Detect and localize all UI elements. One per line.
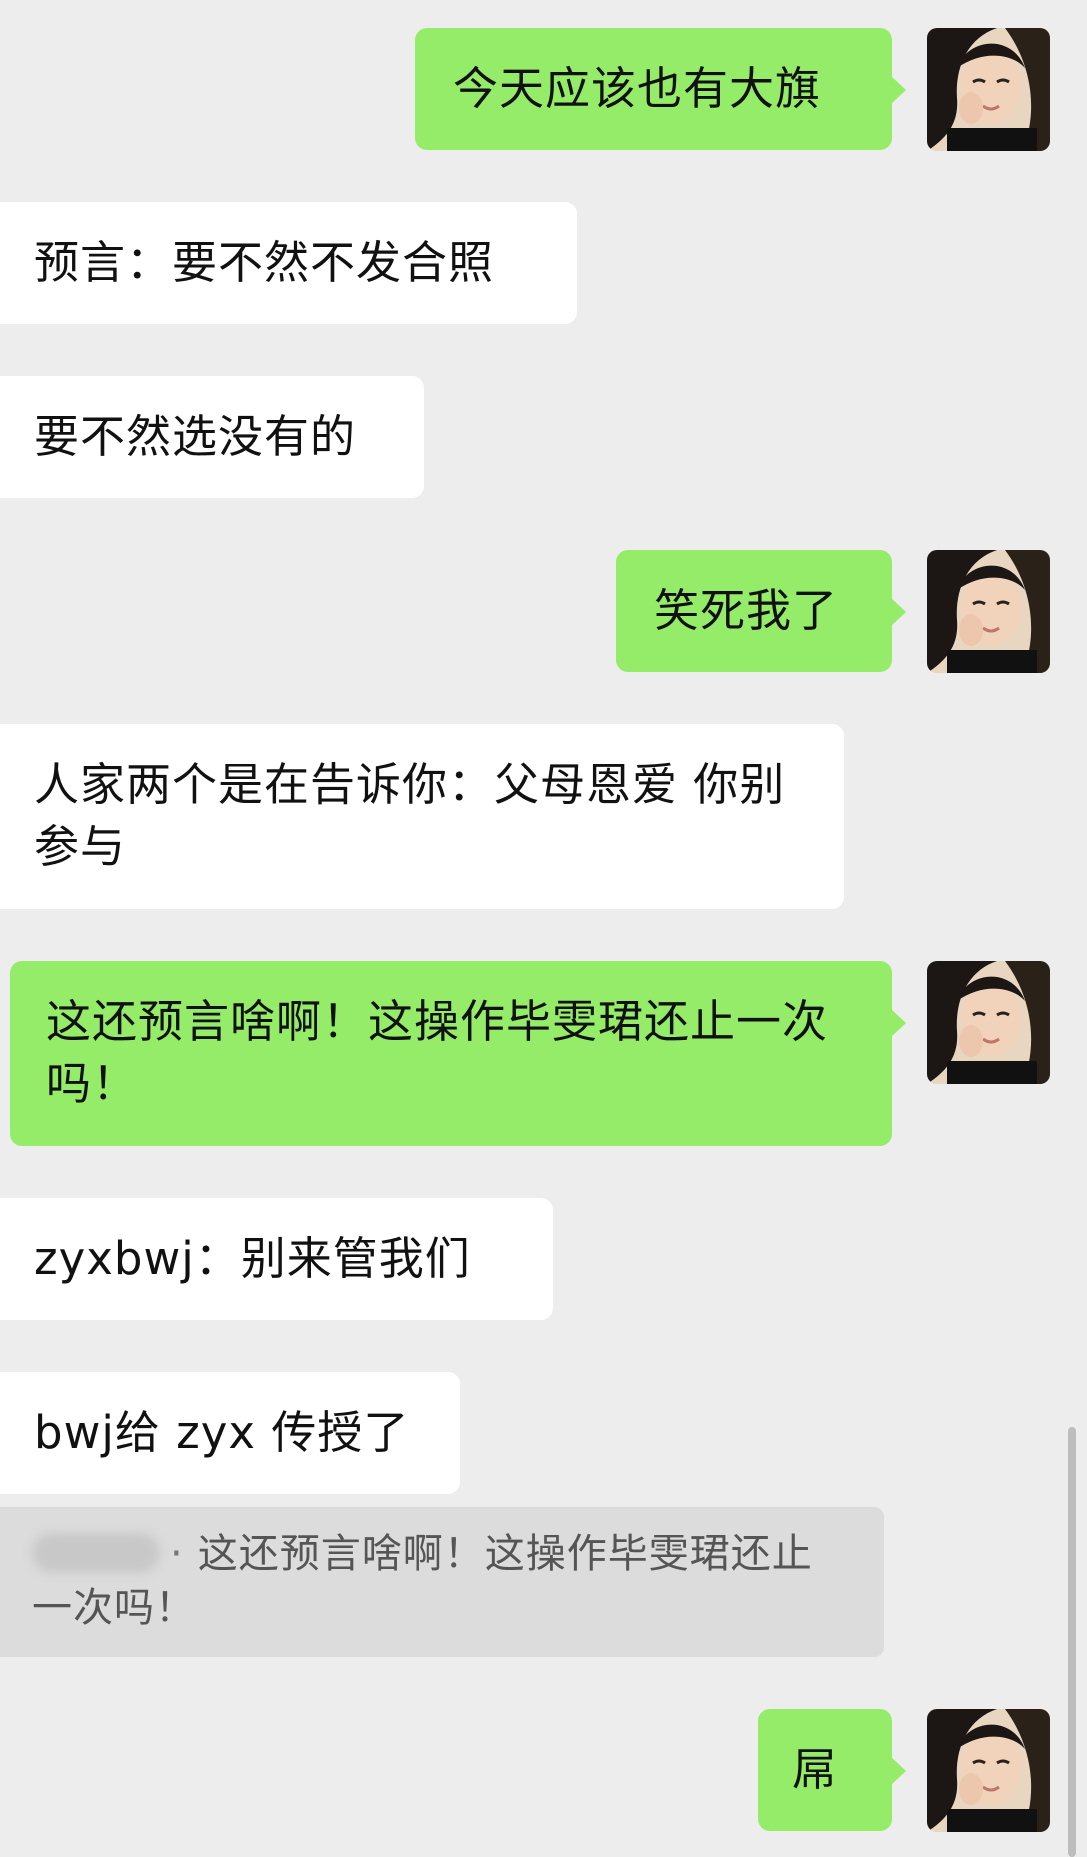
message-bubble-other[interactable]: 人家两个是在告诉你：父母恩爱 你别参与 <box>0 724 844 909</box>
girl-avatar-icon <box>927 961 1050 1084</box>
message-bubble-self[interactable]: 今天应该也有大旗 <box>415 28 906 150</box>
message-text: 今天应该也有大旗 <box>453 62 822 115</box>
quoted-message[interactable]: · 这还预言啥啊！这操作毕雯珺还止一次吗！ <box>0 1507 884 1657</box>
message-text: bwj给 zyx 传授了 <box>34 1406 410 1459</box>
message-text: 笑死我了 <box>654 584 839 637</box>
avatar-self[interactable] <box>927 1709 1050 1832</box>
message-text: zyxbwj：别来管我们 <box>34 1232 471 1285</box>
message-bubble-other[interactable]: zyxbwj：别来管我们 <box>0 1198 553 1320</box>
message-text: 人家两个是在告诉你：父母恩爱 你别参与 <box>34 758 786 873</box>
message-text: 要不然选没有的 <box>34 410 357 463</box>
message-bubble-self[interactable]: 这还预言啥啊！这操作毕雯珺还止一次吗！ <box>10 961 906 1146</box>
message-bubble-other[interactable]: 要不然选没有的 <box>0 376 424 498</box>
message-text: 预言：要不然不发合照 <box>34 236 495 289</box>
girl-avatar-icon <box>927 550 1050 673</box>
avatar-self[interactable] <box>927 961 1050 1084</box>
message-bubble-self[interactable]: 笑死我了 <box>616 550 906 672</box>
avatar-self[interactable] <box>927 550 1050 673</box>
girl-avatar-icon <box>927 28 1050 151</box>
avatar-self[interactable] <box>927 28 1050 151</box>
message-bubble-self[interactable]: 屌 <box>758 1709 906 1831</box>
message-text: 屌 <box>792 1743 839 1796</box>
girl-avatar-icon <box>927 1709 1050 1832</box>
blurred-sender-name <box>32 1533 160 1573</box>
message-text: 这还预言啥啊！这操作毕雯珺还止一次吗！ <box>46 995 829 1110</box>
chat-message-list[interactable]: 今天应该也有大旗 预言：要不然不发合照 要不然选没有的 笑死我了 人家两个是在告… <box>0 0 1087 1857</box>
message-bubble-other[interactable]: 预言：要不然不发合照 <box>0 202 577 324</box>
scrollbar[interactable] <box>1068 1427 1076 1857</box>
quote-separator: · <box>170 1531 184 1577</box>
message-bubble-other[interactable]: bwj给 zyx 传授了 <box>0 1372 460 1494</box>
